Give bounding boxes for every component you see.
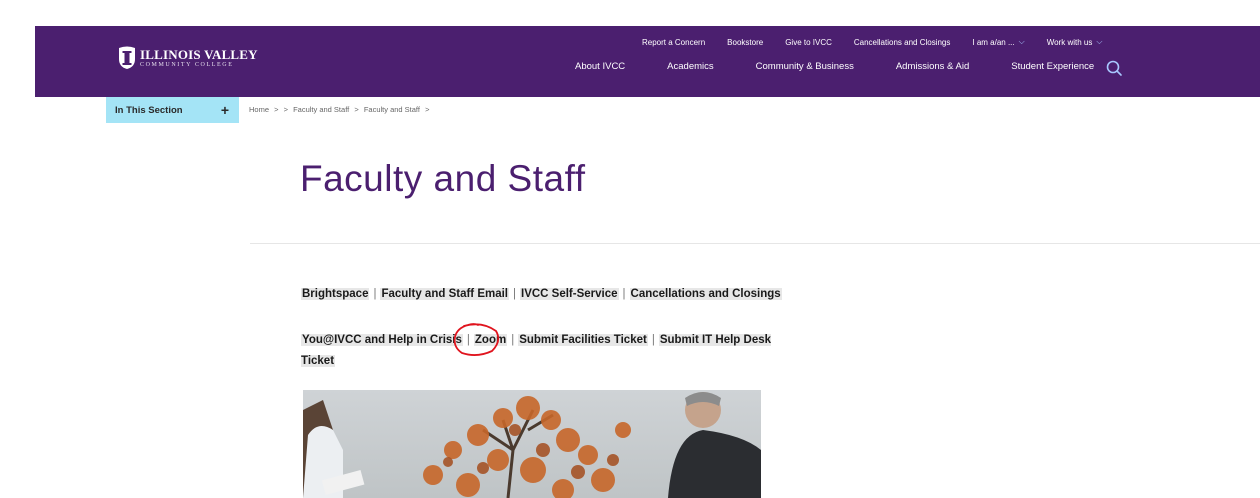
quick-links-row-1: Brightspace | Faculty and Staff Email | IVCC… bbox=[301, 288, 782, 300]
breadcrumb-separator: > bbox=[274, 105, 279, 114]
link-ivcc-self-service[interactable]: IVCC Self-Service bbox=[520, 288, 619, 300]
chevron-down-icon: ⌵ bbox=[1018, 37, 1025, 46]
utility-nav: Report a Concern Bookstore Give to IVCC … bbox=[642, 36, 1124, 48]
section-toggle-label: In This Section bbox=[115, 104, 183, 116]
nav-community-business[interactable]: Community & Business bbox=[756, 61, 854, 79]
main-nav: About IVCC Academics Community & Busines… bbox=[575, 61, 1094, 79]
link-cancellations-closings[interactable]: Cancellations and Closings bbox=[629, 288, 782, 300]
nav-academics[interactable]: Academics bbox=[667, 61, 713, 79]
logo-title: ILLINOIS VALLEY bbox=[140, 47, 258, 62]
link-separator: | bbox=[651, 334, 655, 346]
link-separator: | bbox=[622, 288, 626, 300]
utility-dropdown-work[interactable]: Work with us ⌵ bbox=[1047, 36, 1103, 48]
utility-link-give[interactable]: Give to IVCC bbox=[785, 36, 832, 48]
divider bbox=[250, 243, 1260, 244]
link-separator: | bbox=[511, 334, 515, 346]
search-icon[interactable] bbox=[1105, 59, 1123, 77]
link-brightspace[interactable]: Brightspace bbox=[301, 288, 370, 300]
breadcrumb-separator: > bbox=[425, 105, 430, 114]
nav-student-experience[interactable]: Student Experience bbox=[1011, 61, 1094, 79]
link-separator: | bbox=[373, 288, 377, 300]
quick-links-row-2: You@IVCC and Help in Crisis | Zoom | Submit … bbox=[301, 330, 771, 372]
link-separator: | bbox=[466, 334, 470, 346]
nav-admissions-aid[interactable]: Admissions & Aid bbox=[896, 61, 969, 79]
link-zoom[interactable]: Zoom bbox=[473, 334, 508, 346]
photo-illustration bbox=[303, 390, 761, 498]
link-faculty-staff-email[interactable]: Faculty and Staff Email bbox=[380, 288, 509, 300]
chevron-down-icon: ⌵ bbox=[1096, 37, 1103, 46]
utility-dropdown-i-am-label: I am a/an ... bbox=[972, 37, 1015, 47]
utility-dropdown-work-label: Work with us bbox=[1046, 37, 1093, 47]
logo-shield-icon bbox=[119, 46, 135, 69]
utility-dropdown-i-am[interactable]: I am a/an ... ⌵ bbox=[972, 36, 1024, 48]
utility-link-bookstore[interactable]: Bookstore bbox=[727, 36, 763, 48]
nav-about[interactable]: About IVCC bbox=[575, 61, 625, 79]
hero-photo bbox=[303, 390, 761, 498]
plus-icon: + bbox=[220, 102, 229, 118]
page-title: Faculty and Staff bbox=[300, 158, 586, 199]
breadcrumb: Home > > Faculty and Staff > Faculty and… bbox=[249, 105, 432, 114]
logo-subtitle: COMMUNITY COLLEGE bbox=[140, 62, 234, 68]
utility-link-cancellations[interactable]: Cancellations and Closings bbox=[854, 36, 951, 48]
site-header: ILLINOIS VALLEY COMMUNITY COLLEGE Report… bbox=[35, 26, 1260, 97]
breadcrumb-separator: > bbox=[283, 105, 288, 114]
link-you-at-ivcc[interactable]: You@IVCC and Help in Crisis bbox=[301, 334, 463, 346]
breadcrumb-separator: > bbox=[354, 105, 359, 114]
link-separator: | bbox=[513, 288, 516, 300]
in-this-section-toggle[interactable]: In This Section + bbox=[106, 97, 239, 123]
breadcrumb-faculty-staff[interactable]: Faculty and Staff bbox=[293, 105, 349, 114]
breadcrumb-faculty-staff-current[interactable]: Faculty and Staff bbox=[364, 105, 420, 114]
breadcrumb-home[interactable]: Home bbox=[249, 105, 269, 114]
utility-link-report-concern[interactable]: Report a Concern bbox=[642, 36, 705, 48]
link-submit-facilities-ticket[interactable]: Submit Facilities Ticket bbox=[518, 334, 648, 346]
ivcc-logo[interactable]: ILLINOIS VALLEY COMMUNITY COLLEGE bbox=[117, 46, 258, 70]
